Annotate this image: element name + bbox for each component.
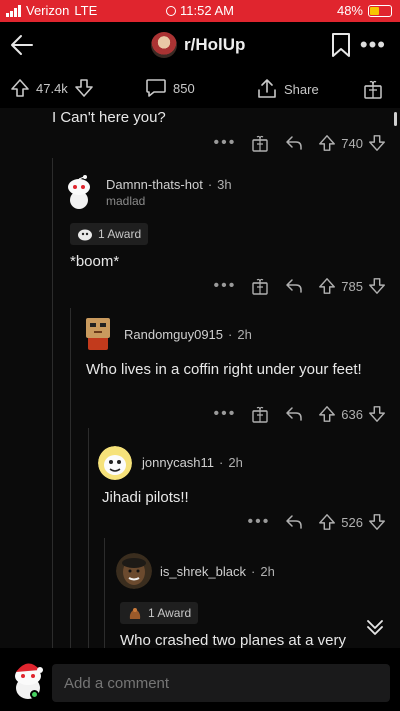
thread-line[interactable] — [52, 158, 53, 648]
scrollbar[interactable] — [394, 112, 397, 126]
comment-icon — [146, 79, 166, 97]
award-icon[interactable] — [250, 276, 270, 296]
award-icon[interactable] — [250, 404, 270, 424]
downvote-icon[interactable] — [368, 134, 386, 152]
comment-text: Who lives in a coffin right under your f… — [86, 361, 362, 378]
header: r/HolUp ••• — [0, 22, 400, 68]
comment-meta: jonnycash11 · 2h — [142, 455, 243, 470]
username[interactable]: jonnycash11 — [142, 455, 214, 470]
comment-text: Who crashed two planes at a very — [120, 632, 346, 648]
award-badge[interactable]: 1 Award — [120, 602, 199, 624]
user-avatar[interactable] — [116, 553, 152, 589]
comment-actions: ••• 526 — [233, 510, 386, 534]
thread-line[interactable] — [88, 428, 89, 648]
upvote-icon[interactable] — [318, 405, 336, 423]
comment-age: 2h — [237, 327, 252, 342]
thread-line[interactable] — [104, 538, 105, 648]
time-label: 11:52 AM — [180, 3, 234, 18]
reply-icon[interactable] — [284, 133, 304, 153]
post-vote: 47.4k — [10, 78, 94, 98]
user-avatar[interactable] — [98, 446, 132, 480]
comment-meta: is_shrek_black · 2h — [160, 564, 275, 579]
award-count: 1 Award — [148, 606, 192, 620]
comment-score: 636 — [341, 406, 363, 422]
my-avatar[interactable] — [10, 658, 46, 700]
award-badge[interactable]: 1 Award — [70, 223, 149, 245]
comment-meta: Randomguy0915 · 2h — [124, 327, 252, 342]
award-icon — [129, 608, 141, 619]
share-label: Share — [284, 81, 319, 97]
upvote-icon[interactable] — [318, 513, 336, 531]
more-icon[interactable]: ••• — [213, 278, 236, 294]
upvote-icon[interactable] — [318, 277, 336, 295]
post-comment-count: 850 — [173, 80, 195, 96]
username[interactable]: is_shrek_black — [160, 564, 246, 579]
post-comments[interactable]: 850 — [145, 78, 195, 98]
comment-score: 740 — [341, 135, 363, 151]
reply-icon[interactable] — [284, 512, 304, 532]
user-flair: madlad — [106, 194, 146, 208]
more-icon[interactable]: ••• — [213, 135, 236, 151]
upvote-icon[interactable] — [318, 134, 336, 152]
comment-actions: ••• 636 — [199, 402, 386, 426]
award-gift-icon[interactable] — [362, 78, 384, 100]
award-count: 1 Award — [98, 227, 142, 241]
comment-text: *boom* — [70, 253, 120, 270]
comment-text: Jihadi pilots!! — [102, 489, 189, 506]
username[interactable]: Randomguy0915 — [124, 327, 223, 342]
comment-age: 2h — [260, 564, 275, 579]
comment-score: 526 — [341, 514, 363, 530]
online-status-indicator — [30, 690, 39, 699]
alarm-icon — [166, 6, 177, 16]
comment-text: I Can't here you? — [52, 109, 166, 126]
more-icon[interactable]: ••• — [213, 406, 236, 422]
comment-actions: ••• 785 — [199, 274, 386, 298]
comment-composer — [0, 648, 400, 711]
subreddit-title[interactable]: r/HolUp — [184, 35, 245, 55]
bookmark-icon[interactable] — [330, 32, 352, 58]
downvote-icon[interactable] — [74, 78, 94, 98]
upvote-icon[interactable] — [10, 78, 30, 98]
reply-icon[interactable] — [284, 404, 304, 424]
comment-thread: I Can't here you? ••• 740 Damnn-thats-ho… — [0, 108, 400, 648]
user-avatar[interactable] — [82, 314, 114, 352]
battery-icon — [368, 4, 392, 17]
comment-age: 3h — [217, 177, 232, 192]
back-arrow-icon[interactable] — [8, 31, 36, 59]
more-options-icon[interactable]: ••• — [360, 34, 386, 56]
subreddit-avatar[interactable] — [151, 32, 177, 58]
username[interactable]: Damnn-thats-hot — [106, 177, 203, 192]
status-bar: Verizon LTE 11:52 AM 48% — [0, 0, 400, 22]
comment-meta: Damnn-thats-hot · 3h — [106, 177, 232, 192]
more-icon[interactable]: ••• — [247, 514, 270, 530]
reply-icon[interactable] — [284, 276, 304, 296]
thread-line[interactable] — [70, 308, 71, 648]
battery-percent: 48% — [336, 3, 363, 18]
comment-score: 785 — [341, 278, 363, 294]
share-button[interactable]: Share — [256, 78, 319, 100]
comment-age: 2h — [228, 455, 243, 470]
user-avatar[interactable] — [64, 174, 94, 210]
downvote-icon[interactable] — [368, 513, 386, 531]
downvote-icon[interactable] — [368, 405, 386, 423]
award-icon — [78, 229, 92, 241]
double-chevron-down-icon[interactable] — [364, 616, 386, 638]
comment-actions: ••• 740 — [199, 131, 386, 155]
post-action-bar: 47.4k 850 Share — [0, 68, 400, 108]
award-icon[interactable] — [250, 133, 270, 153]
post-upvote-count: 47.4k — [36, 80, 68, 96]
share-icon — [258, 79, 276, 98]
downvote-icon[interactable] — [368, 277, 386, 295]
add-comment-input[interactable] — [52, 664, 390, 702]
